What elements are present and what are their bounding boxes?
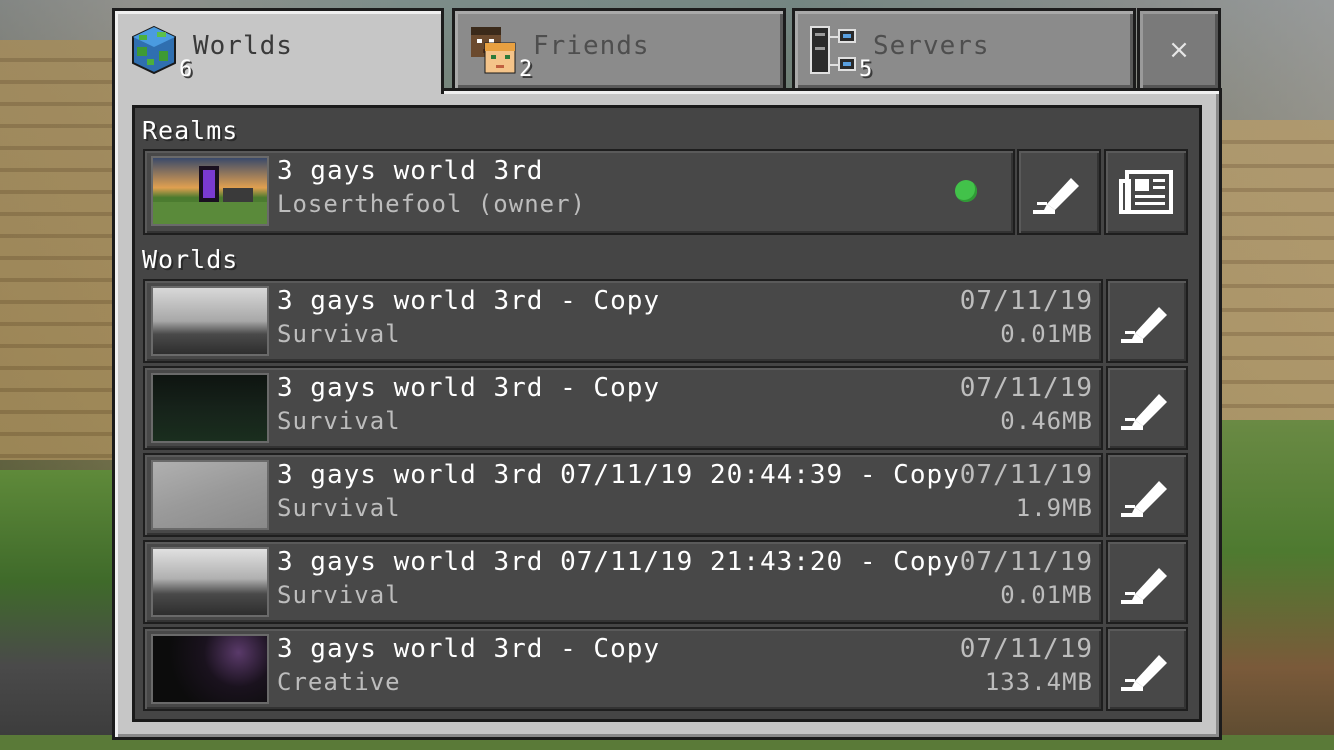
world-row[interactable]: 3 gays world 3rd - Copy Survival 07/11/1… — [143, 279, 1103, 363]
world-name: 3 gays world 3rd - Copy — [277, 373, 661, 403]
tab-worlds-count: 6 — [179, 57, 193, 82]
world-edit-button[interactable] — [1106, 279, 1188, 363]
world-edit-button[interactable] — [1106, 453, 1188, 537]
edit-icon — [1121, 481, 1167, 517]
realms-section-title: Realms — [142, 116, 239, 145]
world-edit-button[interactable] — [1106, 366, 1188, 450]
world-date: 07/11/19 — [959, 634, 1093, 664]
close-button[interactable]: × — [1137, 8, 1221, 88]
world-size: 133.4MB — [984, 668, 1093, 696]
edit-icon — [1033, 178, 1079, 214]
realm-name: 3 gays world 3rd — [277, 156, 544, 186]
world-date: 07/11/19 — [959, 460, 1093, 490]
world-size: 0.01MB — [1000, 320, 1093, 348]
worlds-section-title: Worlds — [142, 245, 239, 274]
world-row[interactable]: 3 gays world 3rd - Copy Survival 07/11/1… — [143, 366, 1103, 450]
background-ground-right — [1222, 420, 1334, 750]
tab-friends-label: Friends — [533, 31, 650, 61]
world-thumbnail — [151, 373, 269, 443]
world-size: 0.46MB — [1000, 407, 1093, 435]
tab-servers-count: 5 — [859, 57, 873, 82]
world-row[interactable]: 3 gays world 3rd - Copy Creative 07/11/1… — [143, 627, 1103, 711]
tab-servers-label: Servers — [873, 31, 990, 61]
friends-icon — [469, 25, 519, 75]
close-icon: × — [1168, 34, 1190, 65]
world-edit-button[interactable] — [1106, 627, 1188, 711]
world-name: 3 gays world 3rd - Copy — [277, 634, 661, 664]
world-mode: Survival — [277, 581, 401, 609]
online-status-indicator — [955, 180, 977, 202]
tab-servers[interactable]: Servers 5 — [792, 8, 1136, 88]
background-house-right — [1222, 120, 1334, 420]
background-house-left — [0, 40, 115, 460]
world-thumbnail — [151, 460, 269, 530]
world-size: 1.9MB — [1015, 494, 1093, 522]
tab-friends-count: 2 — [519, 57, 533, 82]
tab-worlds[interactable]: Worlds 6 — [112, 8, 444, 94]
edit-icon — [1121, 307, 1167, 343]
newspaper-icon — [1119, 170, 1173, 214]
world-name: 3 gays world 3rd 07/11/19 21:43:20 - Cop… — [277, 547, 960, 577]
world-date: 07/11/19 — [959, 547, 1093, 577]
realm-row[interactable]: 3 gays world 3rd Loserthefool (owner) 3 — [143, 149, 1071, 235]
world-row[interactable]: 3 gays world 3rd 07/11/19 20:44:39 - Cop… — [143, 453, 1103, 537]
world-thumbnail — [151, 634, 269, 704]
world-name: 3 gays world 3rd - Copy — [277, 286, 661, 316]
realm-feed-button[interactable] — [1104, 149, 1188, 235]
world-date: 07/11/19 — [959, 373, 1093, 403]
world-date: 07/11/19 — [959, 286, 1093, 316]
background-ground-left — [0, 470, 115, 750]
realm-edit-button[interactable] — [1017, 149, 1101, 235]
edit-icon — [1121, 568, 1167, 604]
world-size: 0.01MB — [1000, 581, 1093, 609]
world-name: 3 gays world 3rd 07/11/19 20:44:39 - Cop… — [277, 460, 960, 490]
servers-icon — [809, 25, 859, 75]
world-mode: Survival — [277, 320, 401, 348]
tab-worlds-label: Worlds — [193, 31, 293, 61]
world-thumbnail — [151, 286, 269, 356]
edit-icon — [1121, 394, 1167, 430]
tab-friends[interactable]: Friends 2 — [452, 8, 786, 88]
edit-icon — [1121, 655, 1167, 691]
globe-icon — [129, 25, 179, 75]
world-mode: Survival — [277, 494, 401, 522]
realm-owner: Loserthefool (owner) — [277, 190, 586, 218]
world-thumbnail — [151, 547, 269, 617]
world-row[interactable]: 3 gays world 3rd 07/11/19 21:43:20 - Cop… — [143, 540, 1103, 624]
world-mode: Creative — [277, 668, 401, 696]
world-mode: Survival — [277, 407, 401, 435]
realm-thumbnail — [151, 156, 269, 226]
world-edit-button[interactable] — [1106, 540, 1188, 624]
